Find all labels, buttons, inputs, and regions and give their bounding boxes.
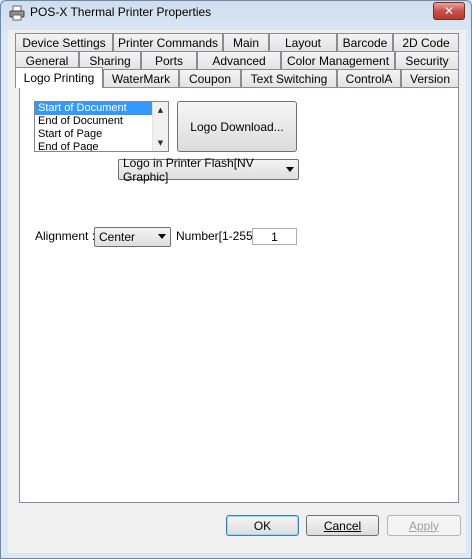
scroll-down-icon[interactable]: ▼ <box>153 137 168 149</box>
tab-2d-code[interactable]: 2D Code <box>393 33 459 51</box>
tab-advanced[interactable]: Advanced <box>197 51 281 69</box>
title-bar[interactable]: POS-X Thermal Printer Properties ✕ <box>1 1 471 25</box>
close-button[interactable]: ✕ <box>433 2 465 20</box>
tab-logo-printing[interactable]: Logo Printing <box>15 67 103 88</box>
tab-ports[interactable]: Ports <box>141 51 197 69</box>
window-title: POS-X Thermal Printer Properties <box>30 5 212 19</box>
printer-properties-window: POS-X Thermal Printer Properties ✕ Devic… <box>0 0 472 559</box>
chevron-down-icon <box>286 166 294 172</box>
tab-text-switching[interactable]: Text Switching <box>241 69 337 87</box>
tab-watermark[interactable]: WaterMark <box>103 69 179 87</box>
tab-printer-commands[interactable]: Printer Commands <box>113 33 223 51</box>
tab-coupon[interactable]: Coupon <box>179 69 241 87</box>
printer-icon <box>9 5 25 21</box>
close-icon: ✕ <box>443 4 455 18</box>
chevron-down-icon <box>158 234 166 239</box>
tab-device-settings[interactable]: Device Settings <box>15 33 113 51</box>
ok-button[interactable]: OK <box>226 515 299 536</box>
tab-main[interactable]: Main <box>223 33 269 51</box>
tab-version[interactable]: Version <box>401 69 459 87</box>
list-item[interactable]: Start of Page <box>35 128 152 141</box>
tab-color-management[interactable]: Color Management <box>281 51 395 69</box>
number-input[interactable]: 1 <box>252 228 297 245</box>
list-item[interactable]: End of Document <box>35 115 152 128</box>
tab-security[interactable]: Security <box>395 51 459 69</box>
tab-layout[interactable]: Layout <box>269 33 337 51</box>
listbox-scrollbar[interactable]: ▲ ▼ <box>152 102 168 151</box>
alignment-label: Alignment : <box>35 229 96 243</box>
list-item[interactable]: End of Page <box>35 141 152 151</box>
list-item[interactable]: Start of Document <box>35 102 152 115</box>
alignment-select[interactable]: Center <box>94 227 171 247</box>
logo-position-listbox[interactable]: Start of Document End of Document Start … <box>34 101 169 152</box>
tab-barcode[interactable]: Barcode <box>337 33 393 51</box>
logo-download-button[interactable]: Logo Download... <box>177 101 297 152</box>
tab-controla[interactable]: ControlA <box>337 69 401 87</box>
number-label: Number[1-255] <box>176 229 257 243</box>
apply-button[interactable]: Apply <box>387 515 461 536</box>
cancel-button[interactable]: Cancel <box>306 515 379 536</box>
scroll-up-icon[interactable]: ▲ <box>153 104 168 116</box>
logo-source-select[interactable]: Logo in Printer Flash[NV Graphic] <box>118 156 299 184</box>
